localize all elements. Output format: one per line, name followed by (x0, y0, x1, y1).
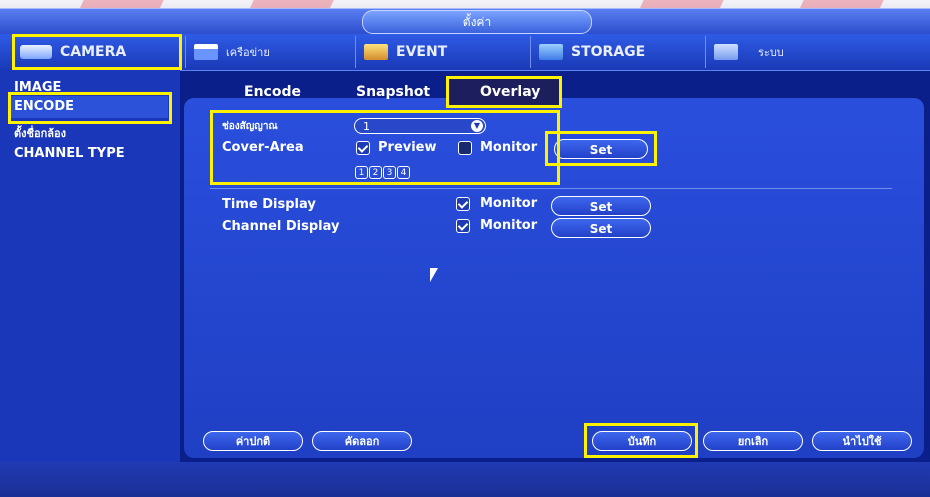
channel-display-label: Channel Display (222, 219, 340, 234)
nav-tab-label: EVENT (396, 44, 448, 60)
nav-tab-label: เครือข่าย (226, 46, 270, 59)
nav-tab-label: ระบบ (758, 46, 784, 59)
tab-encode[interactable]: Encode (244, 84, 301, 100)
storage-icon (539, 44, 563, 60)
network-icon (194, 44, 218, 60)
cancel-button[interactable]: ยกเลิก (703, 431, 803, 451)
save-button-highlight (584, 423, 698, 458)
event-icon (364, 44, 388, 60)
set-button-highlight (545, 131, 657, 166)
channel-display-monitor-label: Monitor (480, 218, 538, 233)
channel-display-checkbox[interactable] (456, 219, 470, 233)
copy-button[interactable]: คัดลอก (312, 431, 412, 451)
time-display-label: Time Display (222, 197, 316, 212)
time-display-checkbox[interactable] (456, 197, 470, 211)
nav-tab-storage[interactable]: STORAGE (530, 36, 645, 68)
time-display-monitor-label: Monitor (480, 196, 538, 211)
channel-cover-highlight (210, 110, 560, 185)
apply-button[interactable]: นำไปใช้ (812, 431, 912, 451)
encode-item-highlight (8, 92, 172, 124)
overlay-tab-highlight (446, 76, 562, 108)
nav-tab-network[interactable]: เครือข่าย (185, 36, 270, 68)
tab-snapshot[interactable]: Snapshot (356, 84, 430, 100)
channel-display-set-button[interactable]: Set (551, 218, 651, 238)
default-button[interactable]: ค่าปกติ (203, 431, 303, 451)
sidebar-item-channel-type[interactable]: CHANNEL TYPE (14, 146, 125, 161)
window-title: ตั้งค่า (362, 10, 592, 34)
sidebar-item-camera-name[interactable]: ตั้งชื่อกล้อง (14, 124, 66, 142)
nav-tab-label: STORAGE (571, 44, 646, 60)
bottom-bar (0, 462, 930, 497)
system-icon (714, 44, 738, 60)
mouse-cursor-icon (430, 268, 438, 282)
time-display-set-button[interactable]: Set (551, 196, 651, 216)
camera-tab-highlight (12, 34, 182, 70)
divider (210, 188, 892, 189)
nav-tab-event[interactable]: EVENT (355, 36, 447, 68)
nav-tab-system[interactable]: ระบบ (705, 36, 784, 68)
